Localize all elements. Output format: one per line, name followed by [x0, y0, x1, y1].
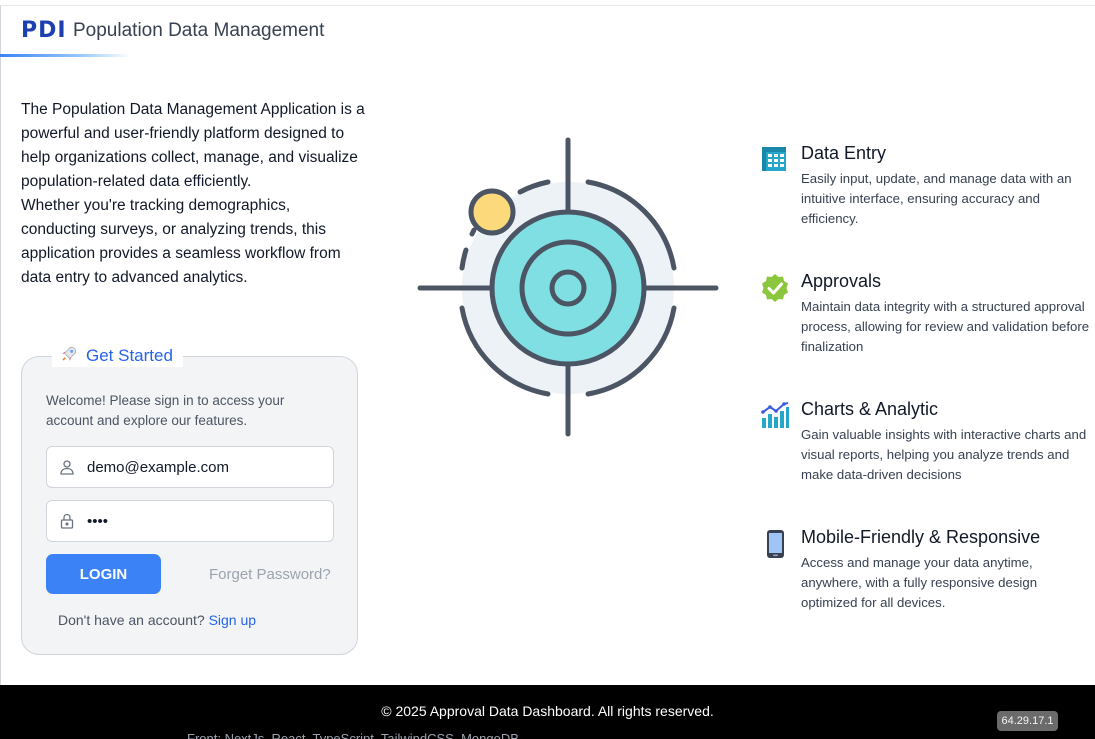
footer-tech-stack: Front: NextJs. React. TypeScript. Tailwi…	[187, 731, 523, 739]
spreadsheet-icon	[760, 145, 790, 175]
intro-paragraph-1: The Population Data Management Applicati…	[21, 101, 365, 190]
feature-data-entry: Data Entry Easily input, update, and man…	[760, 143, 1090, 233]
version-badge: 64.29.17.1	[997, 711, 1058, 731]
logo[interactable]: PDI	[21, 18, 67, 43]
password-field[interactable]	[46, 500, 334, 542]
feature-description: Easily input, update, and manage data wi…	[801, 171, 1072, 226]
password-input[interactable]	[87, 512, 317, 530]
lock-icon	[47, 513, 87, 529]
login-button[interactable]: LOGIN	[46, 554, 161, 594]
feature-title: Data Entry	[801, 143, 887, 163]
rocket-icon	[60, 345, 78, 367]
get-started-label: Get Started	[86, 346, 173, 365]
mobile-phone-icon	[760, 529, 790, 559]
header-underline	[0, 54, 130, 57]
email-field[interactable]	[46, 446, 334, 488]
user-icon	[47, 459, 87, 475]
footer-copyright: © 2025 Approval Data Dashboard. All righ…	[381, 703, 714, 719]
email-input[interactable]	[87, 458, 317, 476]
feature-title: Mobile-Friendly & Responsive	[801, 527, 1041, 547]
feature-title: Charts & Analytic	[801, 399, 939, 419]
header: PDI Population Data Management	[0, 6, 1095, 58]
feature-mobile-friendly: Mobile-Friendly & Responsive Access and …	[760, 527, 1090, 617]
intro-paragraph-2: Whether you're tracking demographics, co…	[21, 197, 341, 286]
feature-description: Access and manage your data anytime, any…	[801, 555, 1038, 610]
welcome-text: Welcome! Please sign in to access your a…	[46, 393, 285, 428]
feature-description: Maintain data integrity with a structure…	[801, 299, 1090, 354]
target-illustration	[412, 132, 722, 442]
bar-chart-icon	[760, 401, 790, 431]
get-started-legend: Get Started	[52, 345, 183, 367]
app-title: Population Data Management	[73, 20, 325, 41]
crosshair-target-icon	[417, 137, 719, 437]
feature-charts-analytic: Charts & Analytic Gain valuable insights…	[760, 399, 1090, 489]
check-badge-icon	[760, 273, 790, 303]
feature-description: Gain valuable insights with interactive …	[801, 427, 1087, 482]
feature-title: Approvals	[801, 271, 882, 291]
sign-up-link[interactable]: Sign up	[209, 612, 256, 628]
feature-approvals: Approvals Maintain data integrity with a…	[760, 271, 1090, 361]
intro-text: The Population Data Management Applicati…	[21, 98, 366, 290]
footer: © 2025 Approval Data Dashboard. All righ…	[0, 685, 1095, 739]
login-card: Get Started Welcome! Please sign in to a…	[21, 345, 358, 655]
logo-text: PDI	[21, 18, 67, 43]
signup-prompt: Don't have an account? Sign up	[58, 612, 256, 628]
signup-prompt-text: Don't have an account?	[58, 612, 205, 628]
forget-password-link[interactable]: Forget Password?	[209, 566, 331, 583]
